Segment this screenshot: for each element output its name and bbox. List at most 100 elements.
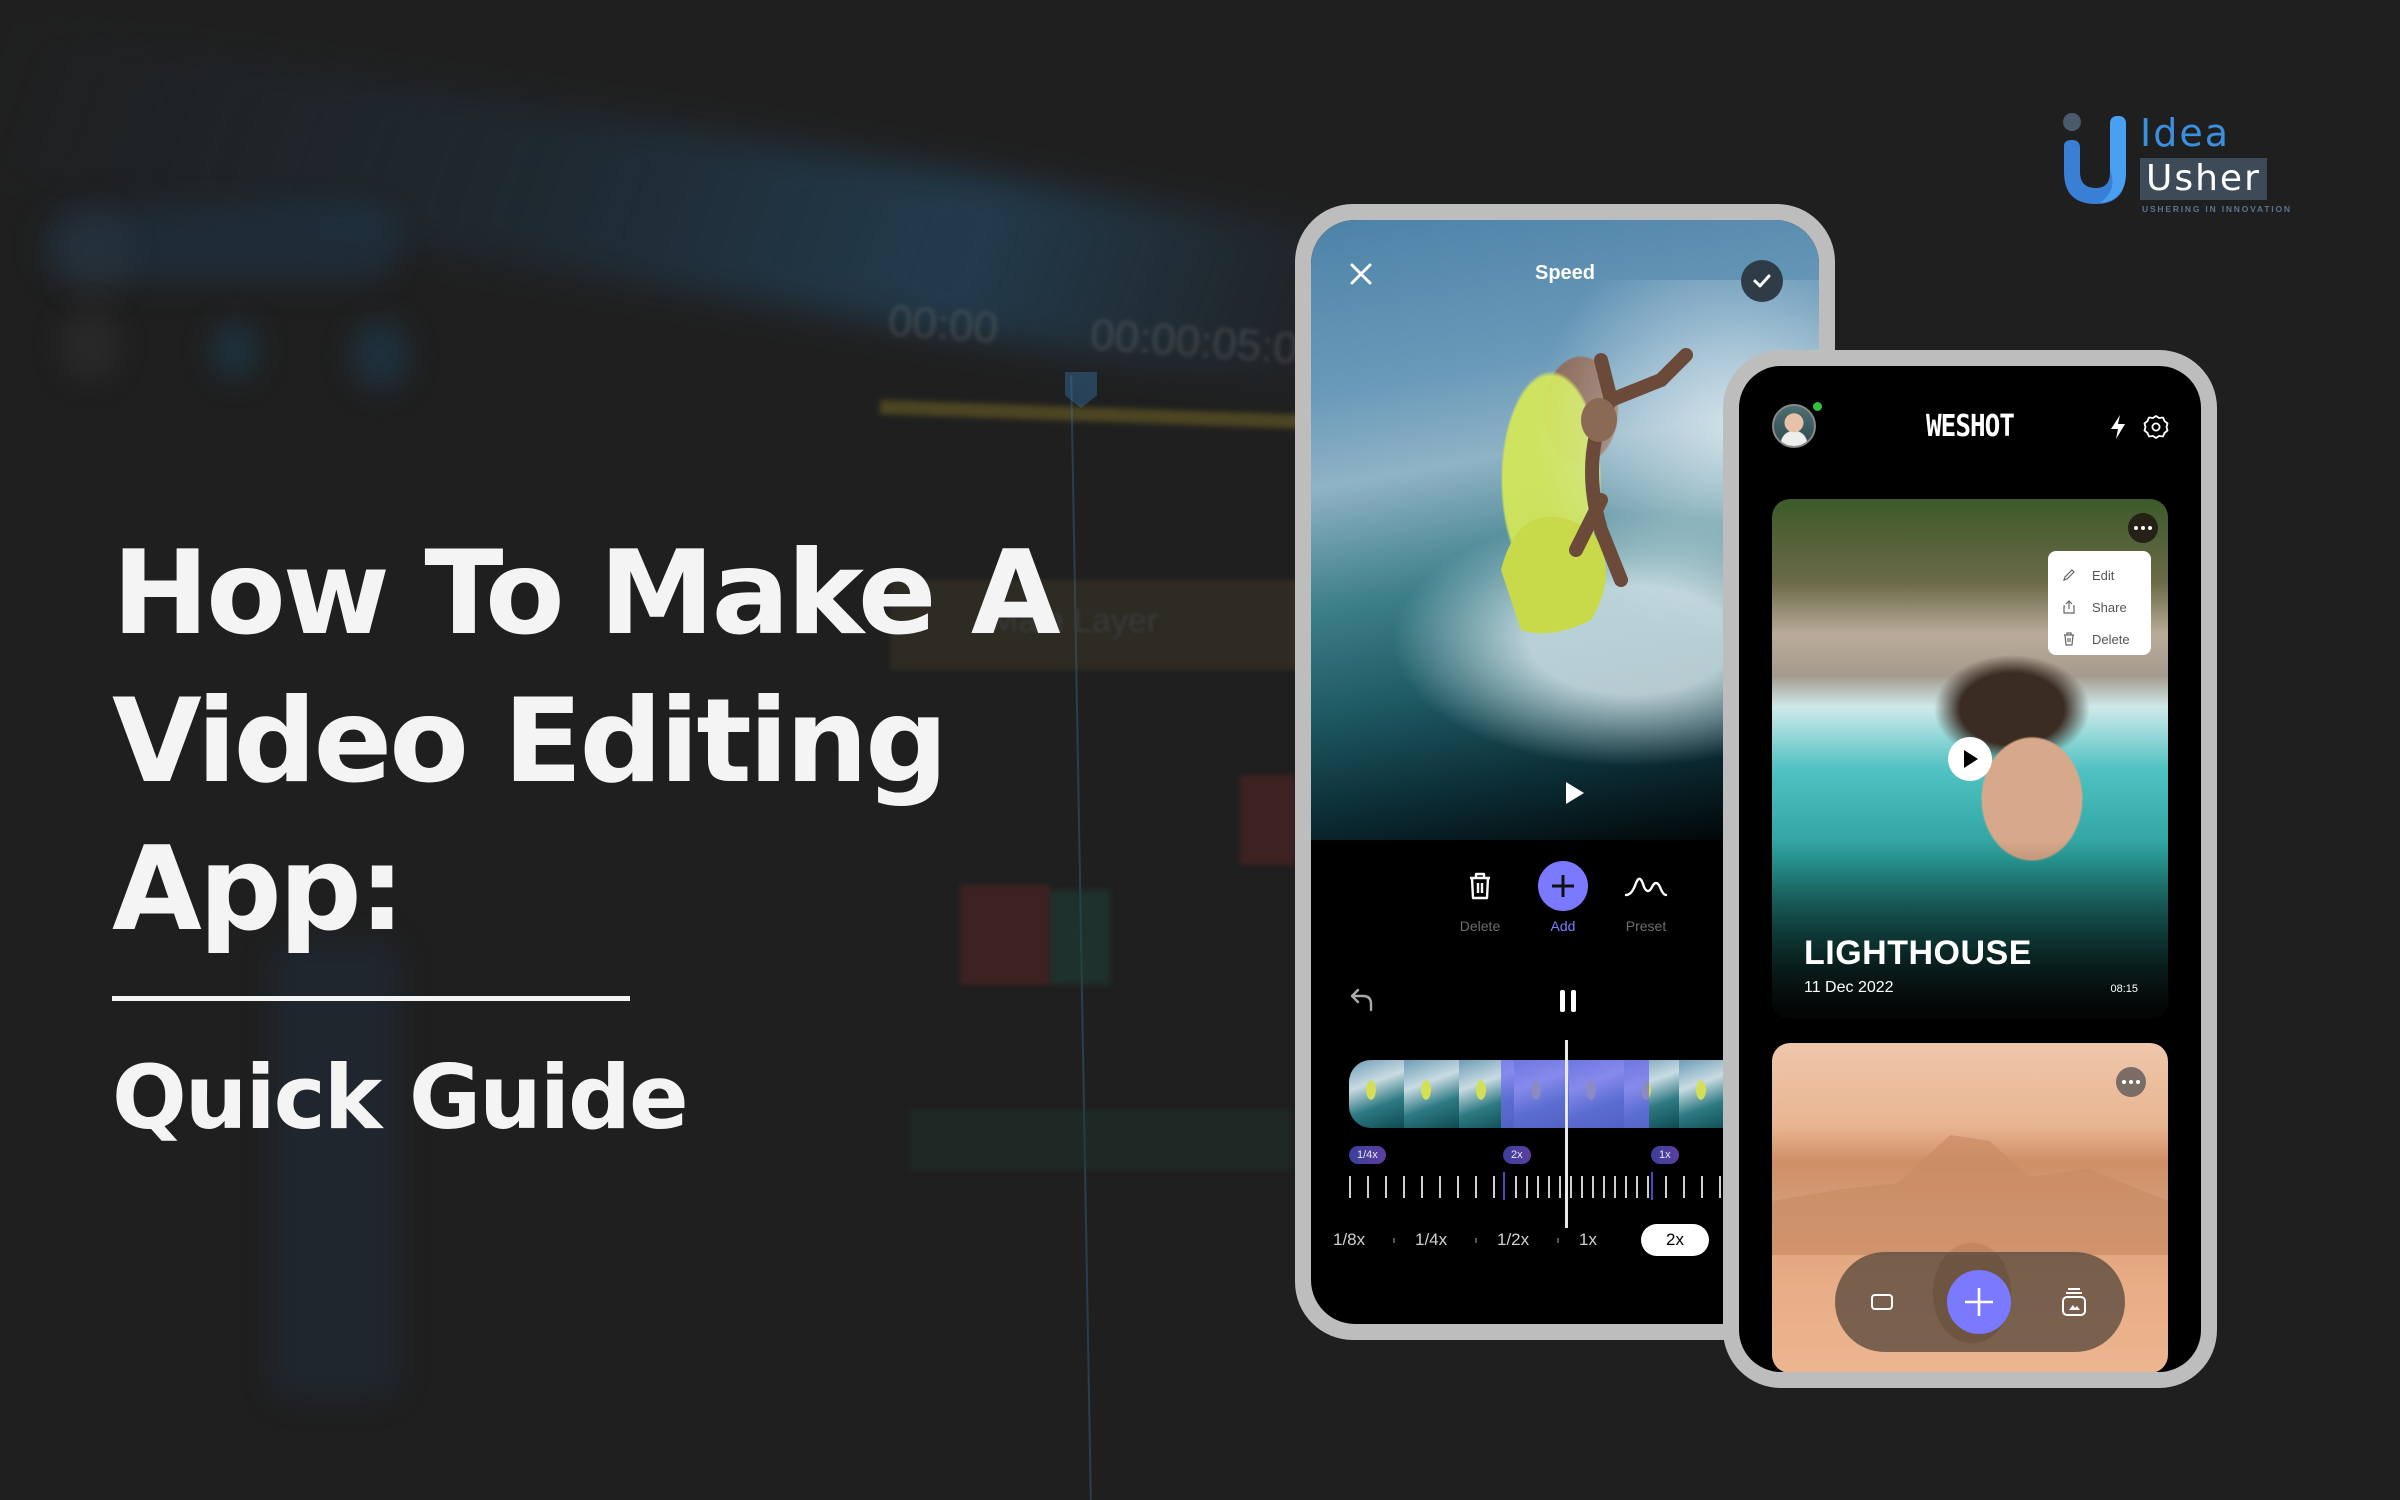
ruler-tick [1548, 1176, 1550, 1198]
speed-option-selected[interactable]: 2x [1641, 1224, 1709, 1256]
menu-item-delete[interactable]: Delete [2062, 623, 2151, 655]
nav-gallery-button[interactable] [2049, 1277, 2099, 1327]
more-options-button[interactable] [2128, 513, 2158, 543]
surfer-figure [1501, 348, 1693, 634]
menu-item-share[interactable]: Share [2062, 591, 2151, 623]
square-icon [1871, 1294, 1893, 1310]
hero-headline: How To Make A Video Editing App: Quick G… [112, 520, 1262, 1153]
ruler-tick [1439, 1176, 1441, 1198]
speed-option[interactable]: 1/4x [1415, 1224, 1447, 1256]
ruler-segment-marker [1503, 1172, 1505, 1200]
logo-mark-icon [2063, 113, 2126, 204]
film-frame [1349, 1060, 1404, 1128]
preset-tool-button[interactable]: Preset [1606, 860, 1686, 934]
ruler-tick [1570, 1176, 1572, 1198]
wave-icon [1624, 877, 1668, 897]
logo-word-idea: Idea [2140, 111, 2230, 155]
ruler-tick [1614, 1176, 1616, 1198]
check-icon [1753, 274, 1771, 288]
timeline-playhead[interactable] [1565, 1040, 1568, 1228]
bg-work-area-bar [879, 399, 1341, 431]
speed-separator [1393, 1238, 1395, 1243]
speed-separator [1475, 1238, 1477, 1243]
blur-blob [40, 205, 400, 285]
selected-segment[interactable] [1501, 1060, 1649, 1128]
blur-blob [60, 310, 120, 380]
pause-icon[interactable] [1557, 988, 1579, 1014]
headline-line-1: How To Make A [112, 526, 1061, 661]
card-duration: 08:15 [2110, 983, 2138, 995]
ruler-tick [1625, 1176, 1627, 1198]
app-brand: WESHOT [1926, 409, 2015, 445]
delete-tool-button[interactable]: Delete [1440, 860, 1520, 934]
mountain-silhouette [1772, 1135, 2168, 1255]
play-icon[interactable] [1561, 780, 1587, 806]
nav-add-button[interactable] [1947, 1270, 2011, 1334]
ruler-tick [1367, 1176, 1369, 1198]
flash-icon[interactable] [2109, 414, 2127, 440]
card-context-menu: Edit Share Delete [2048, 551, 2151, 655]
ruler-tick [1581, 1176, 1583, 1198]
more-options-button[interactable] [2116, 1067, 2146, 1097]
speed-option[interactable]: 1/2x [1497, 1224, 1529, 1256]
menu-item-label: Share [2092, 599, 2127, 615]
nav-square-button[interactable] [1857, 1277, 1907, 1327]
trash-icon [2064, 632, 2074, 646]
phone-gallery: WESHOT Edit Share Delete LIGHTHOUSE 11 D… [1723, 350, 2217, 1388]
pencil-icon [2063, 569, 2075, 581]
ruler-tick [1475, 1176, 1477, 1198]
share-icon [2063, 600, 2075, 614]
ruler-tick [1701, 1176, 1703, 1198]
ruler-tick [1403, 1176, 1405, 1198]
menu-item-edit[interactable]: Edit [2062, 559, 2151, 591]
ruler-tick [1457, 1176, 1459, 1198]
undo-icon[interactable] [1349, 986, 1375, 1012]
bg-timecode-start: 00:00 [886, 296, 1000, 353]
plus-icon [1552, 875, 1574, 897]
logo-tagline: USHERING IN INNOVATION [2142, 204, 2292, 214]
segment-badge: 1x [1651, 1146, 1679, 1164]
preset-tool-label: Preset [1625, 918, 1667, 934]
gallery-stack-icon [2062, 1288, 2086, 1316]
ruler-tick [1421, 1176, 1423, 1198]
ruler-tick [1719, 1176, 1721, 1198]
ruler-tick [1603, 1176, 1605, 1198]
blur-blob [210, 320, 260, 380]
speed-option[interactable]: 1x [1579, 1224, 1597, 1256]
card-date: 11 Dec 2022 [1804, 979, 1894, 996]
bottom-nav [1835, 1252, 2125, 1352]
gallery-screen: WESHOT Edit Share Delete LIGHTHOUSE 11 D… [1739, 366, 2201, 1372]
ruler-tick [1647, 1176, 1649, 1198]
delete-tool-label: Delete [1459, 918, 1501, 934]
ruler-tick [1537, 1176, 1539, 1198]
add-tool-label: Add [1550, 918, 1576, 934]
ruler-tick [1493, 1176, 1495, 1198]
trash-icon [1470, 872, 1490, 900]
ruler-tick [1526, 1176, 1528, 1198]
plus-icon [1965, 1288, 1993, 1316]
ruler-segment-marker [1651, 1172, 1653, 1200]
ruler-tick [1636, 1176, 1638, 1198]
speed-option[interactable]: 1/8x [1333, 1224, 1365, 1256]
logo-word-usher: Usher [2140, 158, 2267, 200]
film-frame [1404, 1060, 1459, 1128]
menu-item-label: Edit [2092, 567, 2115, 583]
ruler-tick [1592, 1176, 1594, 1198]
gear-icon[interactable] [2143, 414, 2169, 440]
brand-logo: Idea Usher USHERING IN INNOVATION [2060, 110, 2290, 214]
headline-line-2: Video Editing App: [112, 674, 948, 957]
add-tool-button[interactable]: Add [1523, 860, 1603, 934]
headline-divider [112, 996, 630, 1001]
ruler-tick [1683, 1176, 1685, 1198]
ruler-tick [1665, 1176, 1667, 1198]
confirm-button[interactable] [1741, 260, 1783, 302]
blur-blob [350, 320, 410, 390]
card-title: LIGHTHOUSE [1804, 934, 2032, 972]
headline-title: How To Make A Video Editing App: [112, 520, 1262, 964]
card-play-button[interactable] [1948, 737, 1992, 781]
video-card-lighthouse[interactable]: Edit Share Delete LIGHTHOUSE 11 Dec 2022… [1772, 499, 2168, 1019]
segment-badge: 1/4x [1349, 1146, 1386, 1164]
speed-separator [1557, 1238, 1559, 1243]
ruler-tick [1385, 1176, 1387, 1198]
headline-subtitle: Quick Guide [112, 1046, 689, 1149]
